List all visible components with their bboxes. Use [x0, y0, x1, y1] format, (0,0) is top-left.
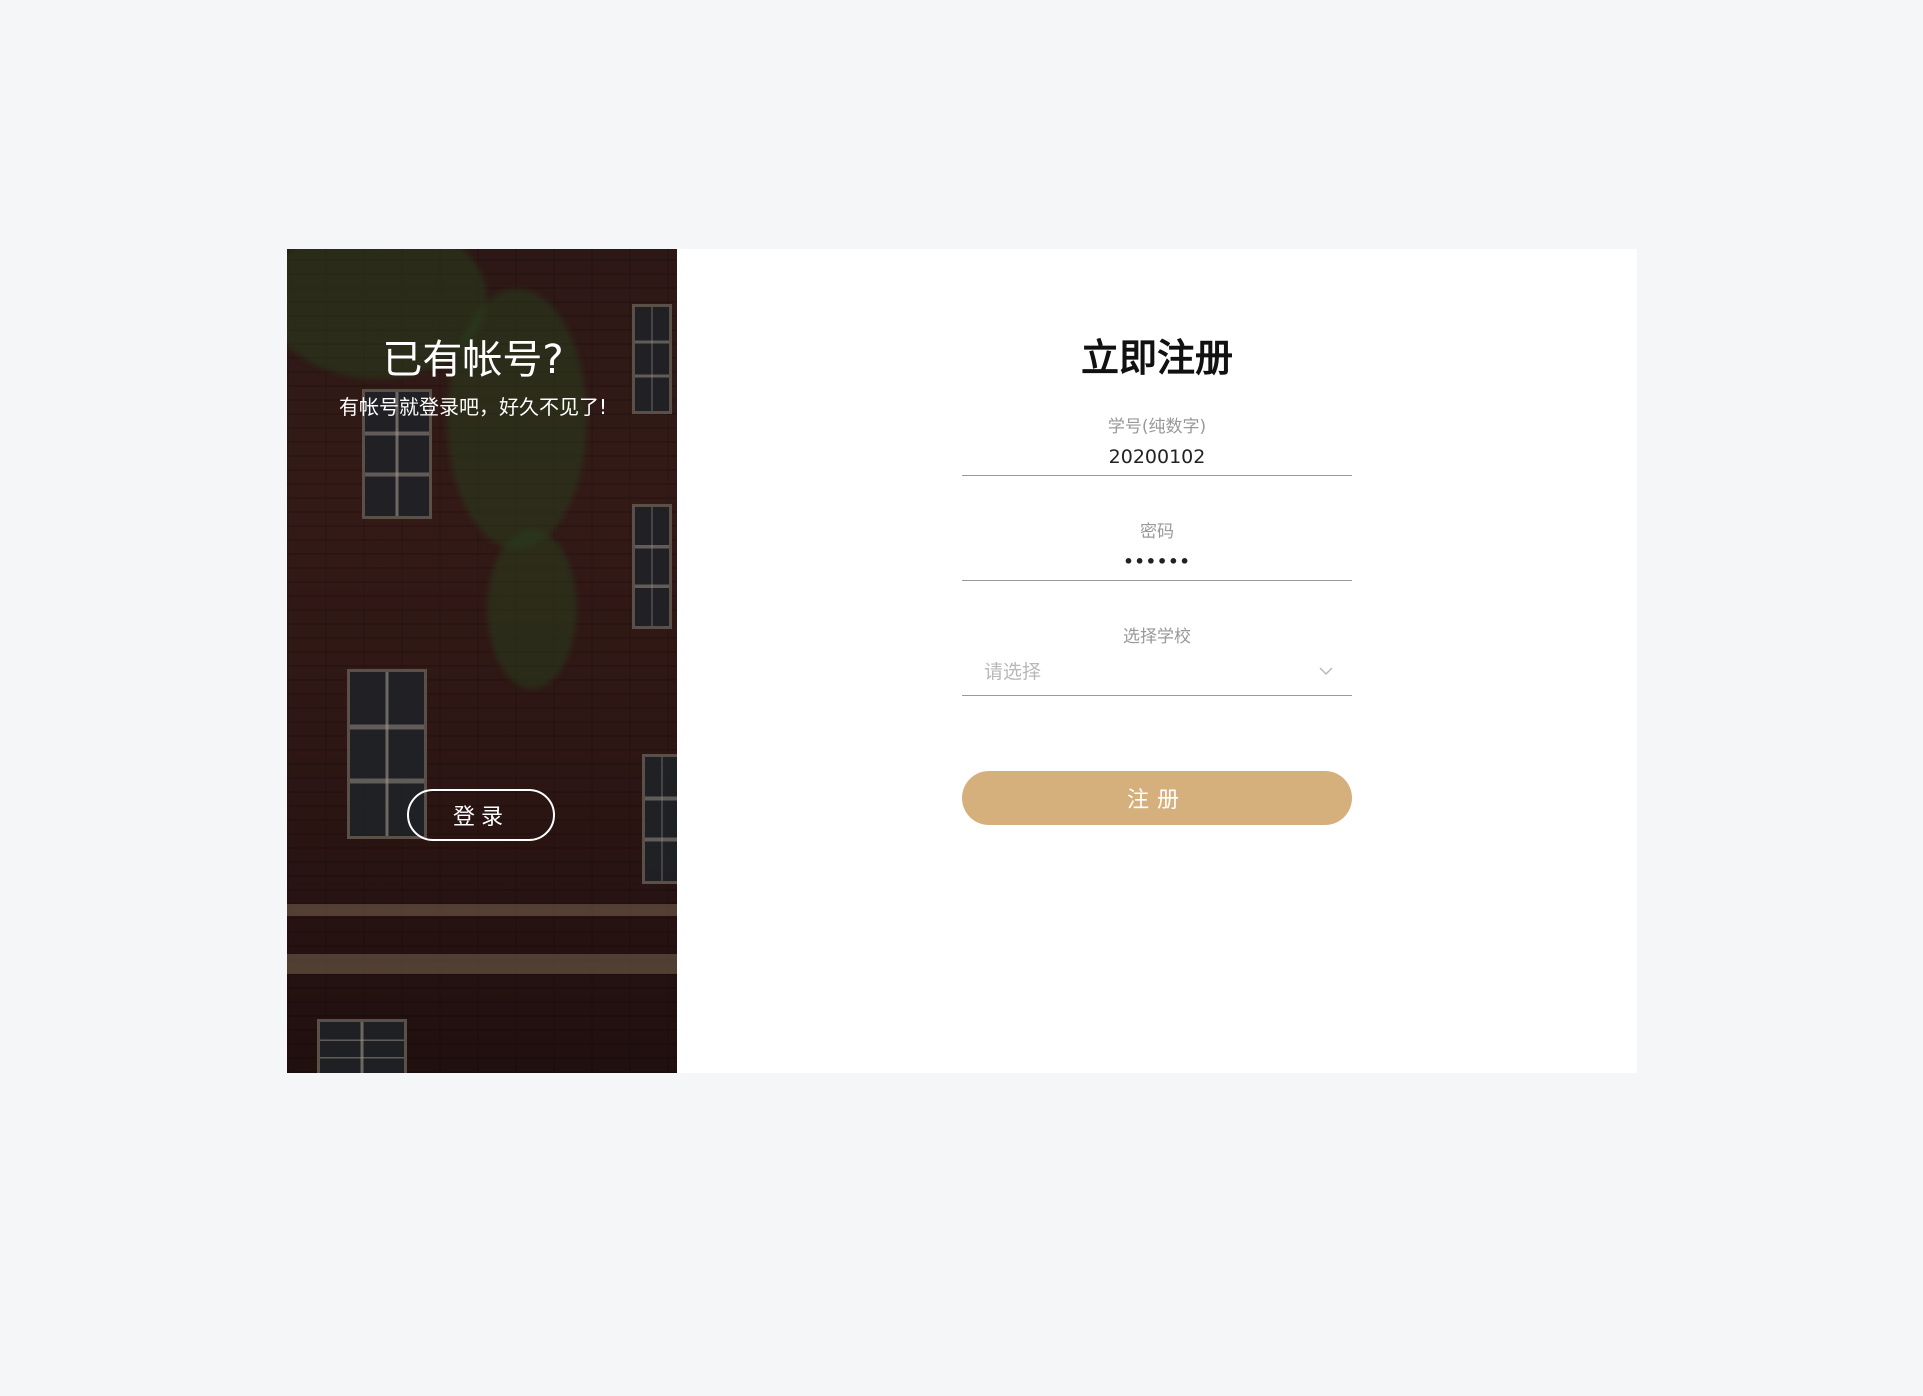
login-prompt-panel: 已有帐号? 有帐号就登录吧，好久不见了! 登录	[287, 249, 677, 1073]
window-decoration	[632, 504, 672, 629]
password-field-group: 密码 ••••••	[962, 520, 1352, 581]
student-id-input[interactable]: 20200102	[962, 439, 1352, 476]
ledge-decoration	[287, 954, 677, 974]
window-decoration	[317, 1019, 407, 1073]
school-select-placeholder: 请选择	[984, 661, 1042, 683]
password-label: 密码	[1140, 522, 1174, 542]
register-form-panel: 立即注册 学号(纯数字) 20200102 密码 •••••• 选择学校 请选择…	[677, 249, 1637, 1073]
password-input[interactable]: ••••••	[962, 544, 1352, 581]
window-decoration	[642, 754, 677, 884]
ledge-decoration	[287, 904, 677, 916]
school-field-group: 选择学校 请选择	[962, 625, 1352, 696]
login-button[interactable]: 登录	[407, 789, 555, 841]
school-select[interactable]: 请选择	[962, 649, 1352, 696]
student-id-label: 学号(纯数字)	[1107, 417, 1207, 437]
register-title: 立即注册	[1080, 336, 1233, 380]
school-label: 选择学校	[1123, 627, 1191, 647]
student-id-field-group: 学号(纯数字) 20200102	[962, 415, 1352, 476]
login-prompt-title: 已有帐号?	[382, 337, 564, 383]
register-button[interactable]: 注册	[962, 771, 1352, 825]
login-prompt-subtitle: 有帐号就登录吧，好久不见了!	[338, 395, 608, 419]
register-card: 已有帐号? 有帐号就登录吧，好久不见了! 登录 立即注册 学号(纯数字) 202…	[287, 249, 1637, 1073]
chevron-down-icon	[1319, 667, 1333, 676]
foliage-decoration	[487, 529, 577, 689]
